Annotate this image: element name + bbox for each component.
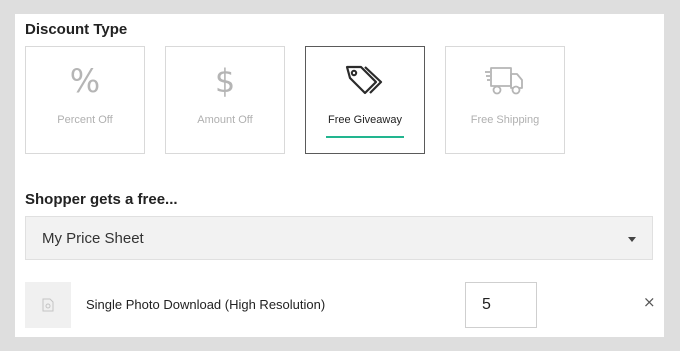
selected-indicator [326,136,404,138]
chevron-down-icon [628,237,636,242]
option-amount-off[interactable]: $ Amount Off [165,46,285,154]
close-icon[interactable]: × [643,295,656,310]
price-sheet-select[interactable]: My Price Sheet [25,216,653,260]
option-label: Amount Off [197,114,253,126]
percent-icon: % [69,62,101,100]
discount-panel: Discount Type % Percent Off $ Amount Off… [15,14,664,337]
option-percent-off[interactable]: % Percent Off [25,46,145,154]
truck-icon [485,67,523,95]
option-free-shipping[interactable]: Free Shipping [445,46,565,154]
dollar-icon: $ [214,62,236,100]
discount-type-title: Discount Type [25,21,128,38]
shopper-gets-title: Shopper gets a free... [25,191,178,208]
select-value: My Price Sheet [42,230,144,247]
quantity-input[interactable] [465,282,537,328]
item-thumbnail [25,282,71,328]
tags-icon [345,65,383,95]
item-name: Single Photo Download (High Resolution) [86,297,326,312]
option-free-giveaway[interactable]: Free Giveaway [305,46,425,154]
giveaway-item-row: Single Photo Download (High Resolution) … [25,282,656,328]
option-label: Free Giveaway [328,114,402,126]
photo-file-icon [42,298,54,312]
option-label: Percent Off [57,114,113,126]
option-label: Free Shipping [470,114,540,126]
